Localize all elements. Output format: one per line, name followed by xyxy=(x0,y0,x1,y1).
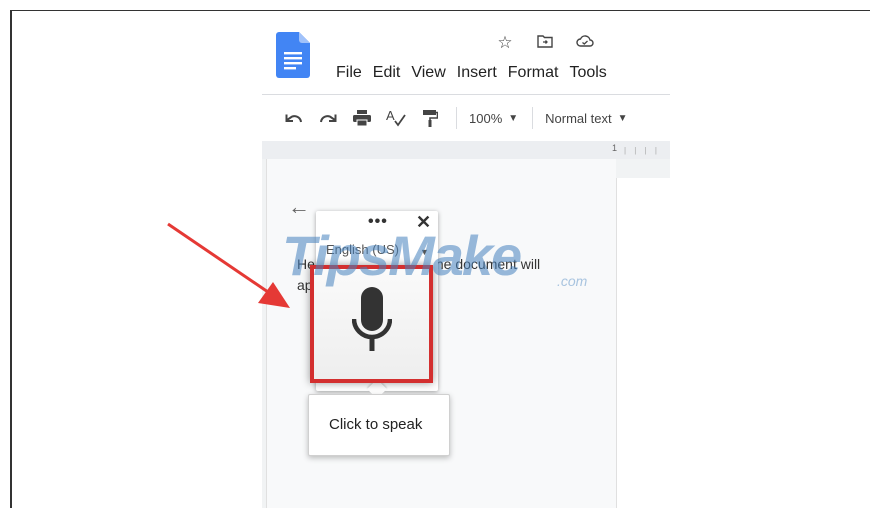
more-options-icon[interactable]: ••• xyxy=(368,213,388,231)
menu-tools[interactable]: Tools xyxy=(569,64,606,82)
close-icon[interactable]: ✕ xyxy=(416,212,431,233)
menu-format[interactable]: Format xyxy=(508,64,559,82)
toolbar: A 100% ▼ Normal text ▼ xyxy=(282,106,638,130)
zoom-select[interactable]: 100% xyxy=(469,111,502,126)
tooltip-text: Click to speak xyxy=(329,416,423,433)
menu-file[interactable]: File xyxy=(336,64,362,82)
svg-text:A: A xyxy=(386,109,395,123)
toolbar-separator xyxy=(532,107,534,129)
toolbar-separator xyxy=(456,107,457,129)
menu-view[interactable]: View xyxy=(411,64,445,82)
red-arrow-annotation xyxy=(167,222,290,308)
menu-bar: File Edit View Insert Format Tools xyxy=(336,64,618,82)
title-icons: ☆ xyxy=(494,33,596,53)
ruler-ticks: | | | | xyxy=(624,146,660,155)
zoom-caret-icon[interactable]: ▼ xyxy=(508,113,518,124)
paint-format-icon[interactable] xyxy=(418,106,442,130)
menu-insert[interactable]: Insert xyxy=(457,64,497,82)
menu-edit[interactable]: Edit xyxy=(373,64,401,82)
toolbar-divider-line xyxy=(262,94,670,95)
ruler-number: 1 xyxy=(612,143,618,153)
spellcheck-icon[interactable]: A xyxy=(384,106,408,130)
star-icon[interactable]: ☆ xyxy=(494,33,516,53)
language-select[interactable]: English (US) xyxy=(326,242,399,257)
document-page[interactable] xyxy=(616,178,671,508)
click-to-speak-tooltip: Click to speak xyxy=(308,394,450,456)
microphone-button[interactable] xyxy=(310,265,433,383)
style-select[interactable]: Normal text xyxy=(545,111,611,126)
language-caret-icon[interactable]: ▼ xyxy=(420,247,429,257)
undo-icon[interactable] xyxy=(282,106,306,130)
print-icon[interactable] xyxy=(350,106,374,130)
redo-icon[interactable] xyxy=(316,106,340,130)
style-caret-icon[interactable]: ▼ xyxy=(618,113,628,124)
cloud-status-icon[interactable] xyxy=(574,33,596,53)
ruler xyxy=(262,141,670,159)
document-text: the document will xyxy=(432,256,541,272)
docs-logo-icon[interactable] xyxy=(276,32,310,78)
move-to-folder-icon[interactable] xyxy=(534,33,556,53)
microphone-icon xyxy=(352,287,392,351)
